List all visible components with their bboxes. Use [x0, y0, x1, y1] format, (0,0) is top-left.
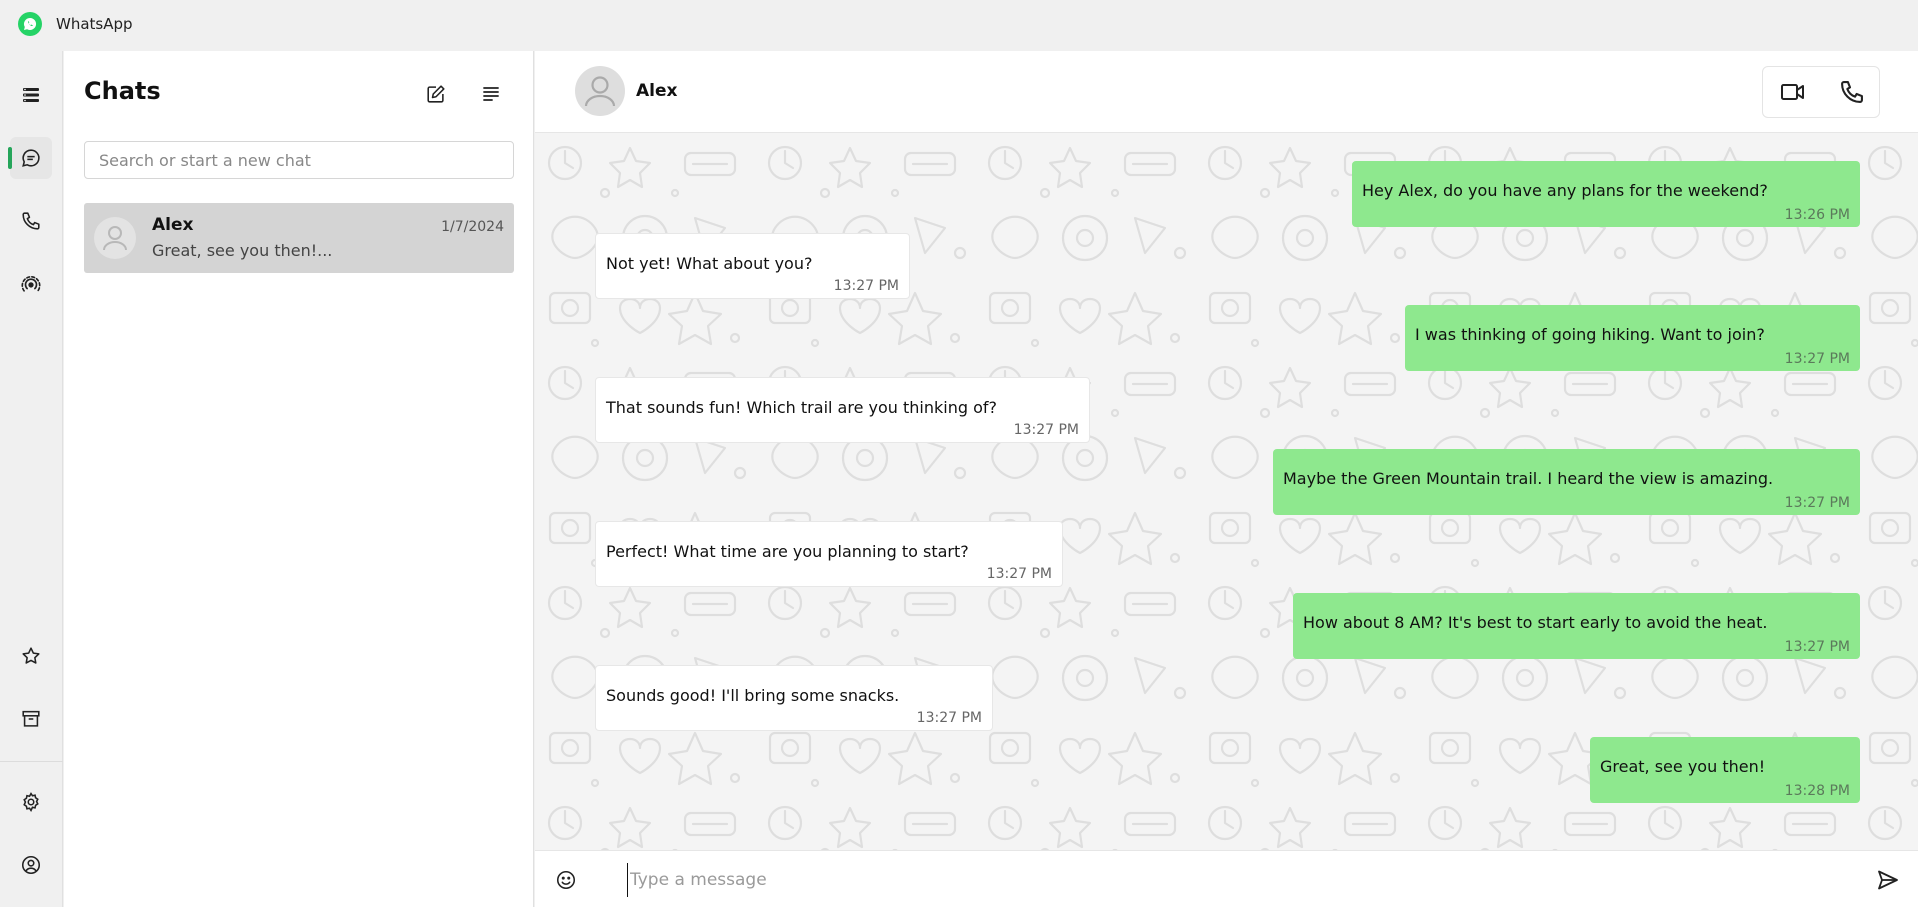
message-bubble-incoming[interactable]: That sounds fun! Which trail are you thi… [595, 377, 1090, 443]
message-text: I was thinking of going hiking. Want to … [1415, 325, 1765, 344]
message-composer [535, 850, 1918, 907]
contact-avatar[interactable] [575, 66, 625, 116]
nav-rail [0, 51, 63, 907]
chats-panel: Chats Alex 1/7/2024 Great, see you then!… [64, 51, 534, 907]
conversation-header: Alex [535, 51, 1918, 133]
archive-icon[interactable] [10, 698, 52, 740]
menu-icon[interactable] [10, 74, 52, 116]
avatar [94, 217, 136, 259]
settings-icon[interactable] [10, 781, 52, 823]
message-time: 13:27 PM [916, 710, 982, 726]
message-text: That sounds fun! Which trail are you thi… [606, 398, 997, 417]
message-text: Hey Alex, do you have any plans for the … [1362, 181, 1768, 200]
message-list[interactable]: Hey Alex, do you have any plans for the … [535, 133, 1918, 850]
chat-list-item[interactable]: Alex 1/7/2024 Great, see you then!... [84, 203, 514, 273]
chats-icon[interactable] [8, 137, 52, 179]
chat-date: 1/7/2024 [441, 219, 504, 235]
emoji-icon[interactable] [552, 866, 580, 894]
call-buttons [1762, 66, 1880, 118]
message-time: 13:27 PM [1784, 639, 1850, 655]
chat-name: Alex [152, 215, 194, 235]
send-icon[interactable] [1873, 865, 1903, 895]
contact-name[interactable]: Alex [636, 81, 677, 101]
message-text: Sounds good! I'll bring some snacks. [606, 686, 900, 705]
starred-icon[interactable] [10, 635, 52, 677]
message-time: 13:27 PM [986, 566, 1052, 582]
message-text: Great, see you then! [1600, 757, 1766, 776]
message-text: Maybe the Green Mountain trail. I heard … [1283, 469, 1774, 488]
message-bubble-outgoing[interactable]: Maybe the Green Mountain trail. I heard … [1273, 449, 1860, 515]
app-title: WhatsApp [56, 15, 133, 33]
message-time: 13:27 PM [1784, 495, 1850, 511]
message-bubble-outgoing[interactable]: Great, see you then! 13:28 PM [1590, 737, 1860, 803]
message-text: Not yet! What about you? [606, 254, 813, 273]
new-chat-icon[interactable] [421, 79, 451, 109]
message-time: 13:27 PM [833, 278, 899, 294]
message-bubble-outgoing[interactable]: Hey Alex, do you have any plans for the … [1352, 161, 1860, 227]
panel-title: Chats [84, 77, 161, 105]
voice-call-icon[interactable] [1822, 67, 1881, 117]
message-text: How about 8 AM? It's best to start early… [1303, 613, 1768, 632]
rail-divider [0, 761, 63, 762]
calls-icon[interactable] [10, 200, 52, 242]
message-text: Perfect! What time are you planning to s… [606, 542, 969, 561]
chat-preview: Great, see you then!... [152, 241, 333, 260]
search-input[interactable] [84, 141, 514, 179]
message-input[interactable] [627, 863, 1787, 897]
whatsapp-logo-icon [18, 12, 42, 36]
message-bubble-incoming[interactable]: Sounds good! I'll bring some snacks. 13:… [595, 665, 993, 731]
title-bar: WhatsApp [0, 0, 1918, 51]
message-time: 13:28 PM [1784, 783, 1850, 799]
video-call-icon[interactable] [1763, 67, 1822, 117]
conversation-pane: Alex Hey Alex, do you have any plans for… [535, 51, 1918, 907]
filter-menu-icon[interactable] [476, 79, 506, 109]
message-bubble-incoming[interactable]: Not yet! What about you? 13:27 PM [595, 233, 910, 299]
message-bubble-outgoing[interactable]: How about 8 AM? It's best to start early… [1293, 593, 1860, 659]
message-time: 13:27 PM [1013, 422, 1079, 438]
profile-icon[interactable] [10, 844, 52, 886]
status-icon[interactable] [10, 263, 52, 305]
message-time: 13:27 PM [1784, 351, 1850, 367]
message-bubble-outgoing[interactable]: I was thinking of going hiking. Want to … [1405, 305, 1860, 371]
message-time: 13:26 PM [1784, 207, 1850, 223]
message-bubble-incoming[interactable]: Perfect! What time are you planning to s… [595, 521, 1063, 587]
